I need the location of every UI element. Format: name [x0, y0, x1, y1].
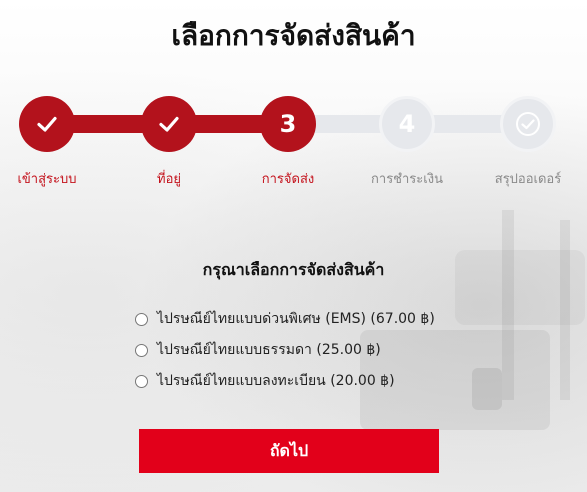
shipping-option-label: ไปรษณีย์ไทยแบบธรรมดา (25.00 ฿) [157, 342, 381, 358]
step-4-circle: 4 [379, 96, 435, 152]
step-3-number: 3 [279, 110, 297, 138]
shipping-option-ems[interactable]: ไปรษณีย์ไทยแบบด่วนพิเศษ (EMS) (67.00 ฿) [135, 309, 435, 329]
radio-button[interactable] [135, 343, 148, 357]
step-1-circle [19, 96, 75, 152]
step-5-circle [500, 96, 556, 152]
step-5-label: สรุปออเดอร์ [494, 172, 562, 187]
shipping-option-registered[interactable]: ไปรษณีย์ไทยแบบลงทะเบียน (20.00 ฿) [135, 371, 395, 391]
step-3-circle: 3 [260, 96, 316, 152]
radio-button[interactable] [135, 312, 148, 326]
next-button[interactable]: ถัดไป [139, 429, 439, 473]
background-forklift-mast [560, 220, 570, 400]
shipping-option-regular[interactable]: ไปรษณีย์ไทยแบบธรรมดา (25.00 ฿) [135, 340, 381, 360]
shipping-heading: กรุณาเลือกการจัดส่งสินค้า [202, 260, 385, 279]
check-icon [159, 116, 179, 132]
shipping-option-label: ไปรษณีย์ไทยแบบด่วนพิเศษ (EMS) (67.00 ฿) [157, 311, 435, 327]
shipping-option-label: ไปรษณีย์ไทยแบบลงทะเบียน (20.00 ฿) [157, 373, 395, 389]
background-forklift-wheel [472, 368, 502, 410]
step-4-number: 4 [398, 110, 416, 138]
check-icon [37, 116, 57, 132]
step-2-circle [141, 96, 197, 152]
step-3-label: การจัดส่ง [261, 172, 315, 187]
page-title: เลือกการจัดส่งสินค้า [171, 19, 416, 52]
step-2-label: ที่อยู่ [157, 172, 181, 187]
check-icon [516, 112, 540, 136]
step-4-label: การชำระเงิน [371, 172, 443, 187]
step-1-label: เข้าสู่ระบบ [17, 172, 77, 187]
background-image [0, 0, 587, 492]
radio-button[interactable] [135, 374, 148, 388]
